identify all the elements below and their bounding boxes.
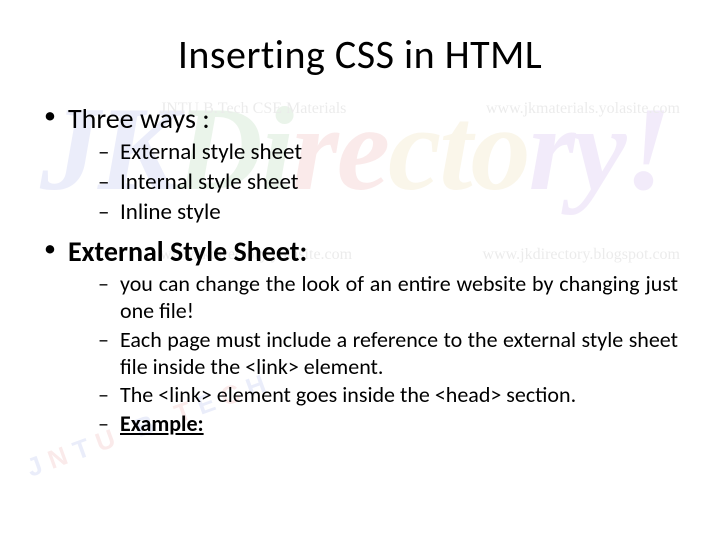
sub-list-external: you can change the look of an entire web… <box>68 271 678 438</box>
sub-item-example: Example: <box>98 411 678 438</box>
bullet-external-style: External Style Sheet: you can change the… <box>42 234 678 438</box>
bullet-head: External Style Sheet: <box>68 234 307 269</box>
sub-item: The <link> element goes inside the <head… <box>98 382 678 409</box>
sub-item: Internal style sheet <box>98 168 678 196</box>
slide-title: Inserting CSS in HTML <box>42 30 678 79</box>
sub-item: you can change the look of an entire web… <box>98 271 678 325</box>
bullet-head: Three ways : <box>68 101 210 136</box>
sub-list-ways: External style sheet Internal style shee… <box>68 138 678 226</box>
sub-item: External style sheet <box>98 138 678 166</box>
sub-item: Inline style <box>98 198 678 226</box>
bullet-three-ways: Three ways : External style sheet Intern… <box>42 101 678 226</box>
example-link: Example: <box>120 410 204 437</box>
sub-item: Each page must include a reference to th… <box>98 327 678 381</box>
bullet-list: Three ways : External style sheet Intern… <box>42 101 678 438</box>
slide: Inserting CSS in HTML Three ways : Exter… <box>0 0 720 540</box>
